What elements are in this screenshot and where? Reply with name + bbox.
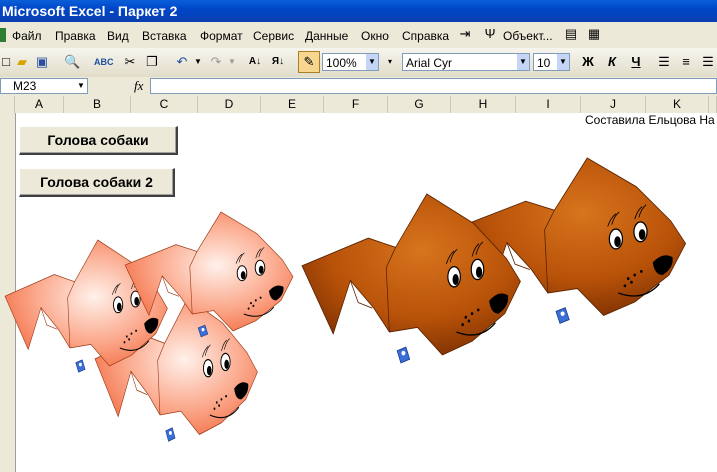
chevron-down-icon[interactable]: ▼ xyxy=(557,54,569,70)
menu-insert[interactable]: Вставка xyxy=(142,29,187,43)
dog-drawings xyxy=(4,157,687,442)
column-headers: A B C D E F G H I J K xyxy=(0,96,717,114)
chevron-down-icon[interactable]: ▼ xyxy=(75,79,87,93)
menu-bar: Файл Правка Вид Вставка Формат Сервис Да… xyxy=(0,22,717,49)
form-icon[interactable]: ▤ xyxy=(563,26,579,42)
menu-edit[interactable]: Правка xyxy=(55,29,96,43)
column-header-g[interactable]: G xyxy=(388,96,451,113)
fork-icon[interactable]: Ψ xyxy=(482,26,498,42)
copy-icon[interactable]: ❐ xyxy=(144,54,160,70)
font-name-value: Arial Cyr xyxy=(406,56,453,70)
cut-icon[interactable]: ✂ xyxy=(122,54,138,70)
menu-object[interactable]: Объект... xyxy=(503,29,553,43)
name-box[interactable]: M23 ▼ xyxy=(0,78,88,94)
redo-icon[interactable]: ↷ xyxy=(208,54,224,70)
formula-bar: M23 ▼ fx xyxy=(0,77,717,97)
align-right-icon[interactable]: ☰ xyxy=(700,54,716,70)
spelling-icon[interactable]: ABC xyxy=(94,54,114,70)
excel-doc-icon[interactable] xyxy=(0,28,6,42)
column-header-d[interactable]: D xyxy=(198,96,261,113)
column-header-a[interactable]: A xyxy=(15,96,64,113)
new-icon[interactable]: □ xyxy=(0,54,14,70)
menu-help[interactable]: Справка xyxy=(402,29,449,43)
formula-input[interactable] xyxy=(150,78,717,94)
column-header-next[interactable] xyxy=(709,96,717,113)
print-preview-icon[interactable]: 🔍 xyxy=(64,54,80,70)
title-bar: Microsoft Excel - Паркет 2 xyxy=(0,0,717,22)
column-header-b[interactable]: B xyxy=(64,96,131,113)
italic-button[interactable]: К xyxy=(604,54,620,70)
sort-ascending-icon[interactable]: A↓ xyxy=(247,54,263,70)
toolbar: □ ▰ ▣ 🔍 ABC ✂ ❐ ↶ ▼ ↷ ▼ A↓ Я↓ ✎ 100% ▼ ▾… xyxy=(0,48,717,78)
redo-dropdown-icon[interactable]: ▼ xyxy=(224,54,240,70)
bold-button[interactable]: Ж xyxy=(580,54,596,70)
menu-window[interactable]: Окно xyxy=(361,29,389,43)
align-center-icon[interactable]: ≡ xyxy=(678,54,694,70)
column-header-k[interactable]: K xyxy=(646,96,709,113)
open-folder-icon[interactable]: ▰ xyxy=(14,54,30,70)
column-header-i[interactable]: I xyxy=(516,96,581,113)
zoom-value: 100% xyxy=(326,56,357,70)
menu-file[interactable]: Файл xyxy=(12,29,42,43)
column-header-e[interactable]: E xyxy=(261,96,324,113)
menu-format[interactable]: Формат xyxy=(200,29,243,43)
menu-data[interactable]: Данные xyxy=(305,29,348,43)
toolbar-options-icon[interactable]: ▾ xyxy=(382,54,398,70)
column-header-c[interactable]: C xyxy=(131,96,198,113)
zoom-select[interactable]: 100% ▼ xyxy=(322,53,379,71)
font-size-value: 10 xyxy=(537,56,551,70)
align-left-icon[interactable]: ☰ xyxy=(656,54,672,70)
font-size-select[interactable]: 10 ▼ xyxy=(533,53,570,71)
arrow-right-icon[interactable]: ⇥ xyxy=(457,26,473,42)
underline-button[interactable]: Ч xyxy=(628,54,644,70)
sort-descending-icon[interactable]: Я↓ xyxy=(270,54,286,70)
drawing-icon[interactable]: ✎ xyxy=(298,51,320,73)
window-title: Microsoft Excel - Паркет 2 xyxy=(2,3,178,19)
fx-icon[interactable]: fx xyxy=(134,78,143,94)
chevron-down-icon[interactable]: ▼ xyxy=(366,54,378,70)
column-header-h[interactable]: H xyxy=(451,96,516,113)
undo-dropdown-icon[interactable]: ▼ xyxy=(190,54,206,70)
chevron-down-icon[interactable]: ▼ xyxy=(517,54,529,70)
select-all-corner[interactable] xyxy=(0,96,15,113)
column-header-f[interactable]: F xyxy=(324,96,388,113)
undo-icon[interactable]: ↶ xyxy=(174,54,190,70)
font-name-select[interactable]: Arial Cyr ▼ xyxy=(402,53,530,71)
save-icon[interactable]: ▣ xyxy=(34,54,50,70)
name-box-value: M23 xyxy=(13,79,37,93)
menu-tools[interactable]: Сервис xyxy=(253,29,294,43)
menu-view[interactable]: Вид xyxy=(107,29,129,43)
column-header-j[interactable]: J xyxy=(581,96,646,113)
grid-icon[interactable]: ▦ xyxy=(586,26,602,42)
